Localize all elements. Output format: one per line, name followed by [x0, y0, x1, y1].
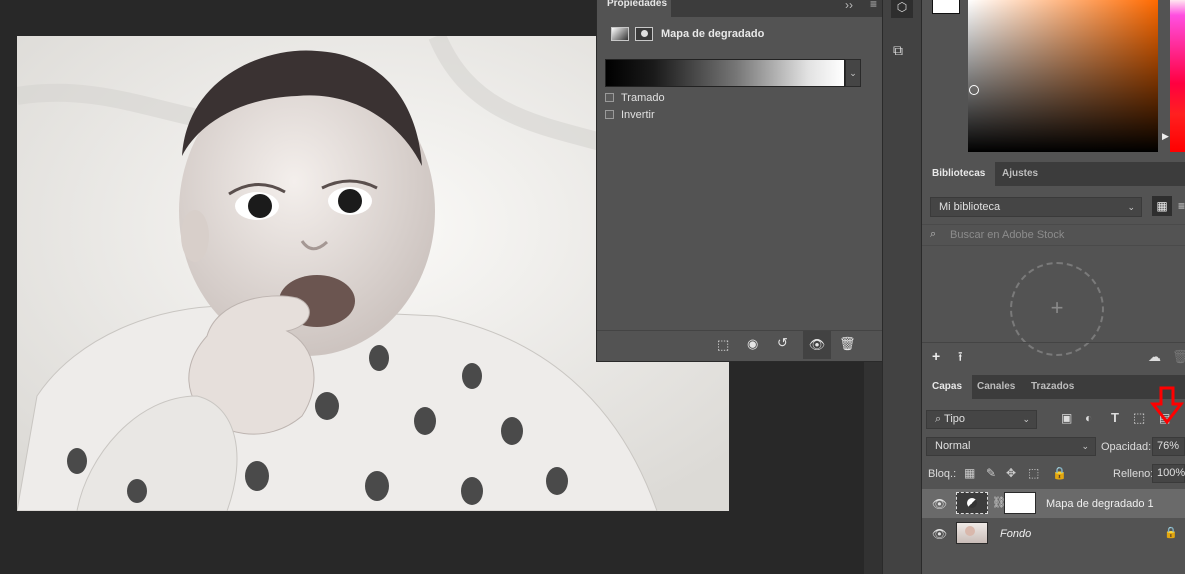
blend-mode-value: Normal [935, 440, 971, 452]
blend-mode-select[interactable]: Normal ⌄ [926, 437, 1096, 456]
layer-filter-kind-select[interactable]: ⌕ Tipo ⌄ [926, 410, 1037, 429]
lock-label: Bloq.: [928, 468, 957, 480]
lock-icon: 🔒 [1164, 527, 1178, 539]
opacity-input[interactable]: 76% [1152, 437, 1185, 456]
search-icon: ⌕ [930, 228, 937, 240]
properties-tabbar: Propiedades ›› ≡ [597, 0, 883, 17]
brush-settings-icon[interactable]: ⧉ [893, 42, 903, 59]
layer-name: Mapa de degradado 1 [1046, 498, 1154, 510]
tab-layers[interactable]: Capas [922, 375, 973, 399]
tab-channels[interactable]: Canales [967, 375, 1025, 399]
invert-label: Invertir [621, 109, 655, 121]
plus-icon: + [1050, 295, 1064, 320]
color-picker-field[interactable] [968, 0, 1158, 152]
view-previous-state-icon[interactable]: ◉ [747, 336, 758, 352]
filter-type-icon[interactable]: T [1111, 410, 1119, 425]
trash-icon[interactable]: 🗑 [1172, 349, 1185, 365]
lock-image-pixels-icon[interactable]: ✎ [986, 466, 996, 480]
hue-slider[interactable] [1170, 0, 1185, 152]
lock-all-icon[interactable]: 🔒 [1052, 466, 1067, 480]
chevron-down-icon: ⌄ [1081, 441, 1089, 451]
gradient-picker-dropdown[interactable]: ⌄ [845, 59, 861, 87]
gradient-preview-bar[interactable] [605, 59, 845, 87]
layer-row-gradient-map[interactable]: 👁 ⛓ Mapa de degradado 1 [922, 489, 1185, 518]
right-panel-column: ▶ Bibliotecas Ajustes Mi biblioteca ⌄ ▦ … [922, 0, 1185, 574]
gradient-map-adjustment-icon[interactable] [611, 27, 629, 41]
hue-slider-handle[interactable]: ▶ [1162, 131, 1169, 142]
lock-position-icon[interactable]: ✥ [1006, 466, 1016, 480]
layer-mask-icon[interactable] [635, 27, 653, 41]
delete-adjustment-icon[interactable]: 🗑 [839, 336, 856, 352]
lock-artboard-icon[interactable]: ⬚ [1028, 466, 1039, 480]
eye-icon[interactable]: 👁 [932, 497, 947, 511]
collapse-panel-icon[interactable]: ›› [845, 0, 853, 12]
grid-view-icon[interactable]: ▦ [1152, 196, 1172, 216]
library-select[interactable]: Mi biblioteca ⌄ [930, 197, 1142, 217]
reset-icon[interactable]: ↺ [777, 335, 788, 351]
layer-filter-kind-value: Tipo [944, 413, 966, 425]
opacity-value: 76% [1157, 440, 1180, 452]
lock-transparent-pixels-icon[interactable]: ▦ [964, 466, 975, 480]
libraries-tabbar: Bibliotecas Ajustes [922, 162, 1185, 186]
red-arrow-annotation-icon [1150, 386, 1184, 425]
toggle-visibility-button[interactable]: 👁 [803, 331, 831, 359]
list-view-icon[interactable]: ≡ [1178, 196, 1185, 216]
layer-mask-thumbnail[interactable] [1004, 492, 1036, 514]
fill-input[interactable]: 100% [1152, 464, 1185, 483]
add-content-icon[interactable]: + [932, 348, 940, 364]
chevron-down-icon: ⌄ [1127, 202, 1135, 212]
filter-pixel-icon[interactable]: ▣ [1061, 411, 1072, 425]
tab-paths[interactable]: Trazados [1021, 375, 1084, 399]
color-picker-marker[interactable] [969, 85, 979, 95]
dither-label: Tramado [621, 92, 665, 104]
creative-cloud-icon[interactable]: ☁ [1148, 349, 1161, 365]
dither-checkbox[interactable] [605, 93, 614, 102]
fill-label: Relleno: [1113, 468, 1154, 480]
panel-menu-icon[interactable]: ≡ [870, 0, 877, 11]
properties-title: Mapa de degradado [661, 28, 765, 40]
opacity-label: Opacidad: [1101, 441, 1152, 453]
layer-name: Fondo [1000, 528, 1032, 540]
filter-shape-icon[interactable]: ⬚ [1133, 410, 1145, 426]
layer-row-background[interactable]: 👁 Fondo 🔒 [922, 519, 1185, 548]
library-select-value: Mi biblioteca [939, 201, 1001, 213]
adjustment-layer-thumbnail[interactable] [956, 492, 988, 514]
filter-adjustment-icon[interactable]: ◐ [1085, 411, 1092, 425]
background-layer-thumbnail[interactable] [956, 522, 988, 544]
eye-icon[interactable]: 👁 [932, 527, 947, 541]
foreground-color-swatch[interactable] [932, 0, 960, 14]
invert-checkbox[interactable] [605, 110, 614, 119]
upload-icon[interactable]: ⭱ [958, 348, 963, 370]
clip-to-layer-icon[interactable]: ⬚ [717, 337, 729, 353]
stock-search-input[interactable]: ⌕ Buscar en Adobe Stock [922, 224, 1185, 246]
properties-panel: Propiedades ›› ≡ Mapa de degradado ⌄ Tra… [596, 0, 883, 362]
tab-properties[interactable]: Propiedades [597, 0, 671, 17]
tab-libraries[interactable]: Bibliotecas [922, 162, 996, 186]
stock-search-placeholder: Buscar en Adobe Stock [950, 229, 1065, 241]
tab-adjustments[interactable]: Ajustes [992, 162, 1048, 186]
panel-icon-strip: ⬡ ⧉ [882, 0, 922, 574]
properties-footer: ⬚ ◉ ↺ 👁 🗑 [597, 330, 883, 361]
fill-value: 100% [1157, 467, 1185, 479]
chevron-down-icon: ⌄ [1022, 414, 1030, 424]
eye-icon: 👁 [808, 337, 826, 352]
cube-3d-icon[interactable]: ⬡ [891, 0, 913, 18]
search-icon: ⌕ [935, 413, 945, 425]
layers-tabbar: Capas Canales Trazados [922, 375, 1185, 399]
